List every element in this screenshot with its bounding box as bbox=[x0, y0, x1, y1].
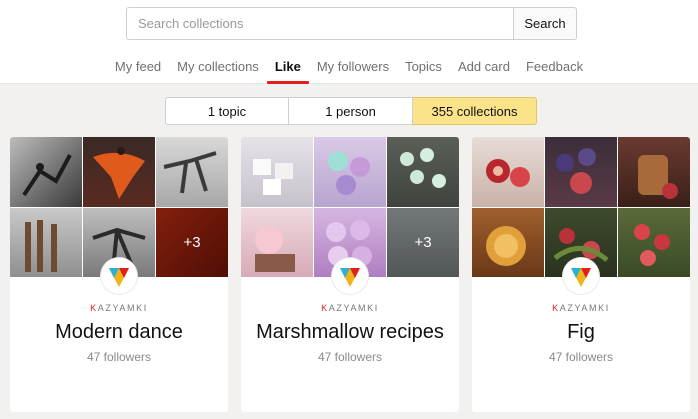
card-photo bbox=[618, 207, 690, 277]
tab-like[interactable]: Like bbox=[266, 57, 309, 84]
card-photo: +3 bbox=[387, 207, 459, 277]
card-photo bbox=[156, 137, 228, 207]
collection-card[interactable]: +3 KAZYAMKI Modern dance 47 followers bbox=[10, 137, 228, 412]
more-photos-count: +3 bbox=[156, 207, 228, 277]
tab-topics[interactable]: Topics bbox=[397, 57, 450, 84]
card-photo: +3 bbox=[156, 207, 228, 277]
collection-title[interactable]: Modern dance bbox=[10, 321, 228, 344]
card-photo bbox=[314, 137, 386, 207]
nav-tabs: My feed My collections Like My followers… bbox=[0, 57, 698, 84]
filter-people-button[interactable]: 1 person bbox=[289, 97, 413, 125]
card-photo bbox=[83, 137, 155, 207]
card-photo bbox=[472, 207, 544, 277]
followers-count: 47 followers bbox=[86, 350, 152, 364]
card-image-mosaic bbox=[472, 137, 690, 277]
card-photo bbox=[618, 137, 690, 207]
more-photos-count: +3 bbox=[387, 207, 459, 277]
card-photo bbox=[472, 137, 544, 207]
collection-title[interactable]: Marshmallow recipes bbox=[241, 321, 459, 344]
kazyamki-logo-icon bbox=[109, 268, 129, 287]
collection-card[interactable]: KAZYAMKI Fig 47 followers bbox=[472, 137, 690, 412]
card-photo bbox=[10, 207, 82, 277]
card-image-mosaic: +3 bbox=[10, 137, 228, 277]
filter-switch: 1 topic 1 person 355 collections bbox=[165, 97, 537, 125]
card-image-mosaic: +3 bbox=[241, 137, 459, 277]
tab-add-card[interactable]: Add card bbox=[450, 57, 518, 84]
followers-count: 47 followers bbox=[548, 350, 614, 364]
followers-count: 47 followers bbox=[317, 350, 383, 364]
kazyamki-logo-icon bbox=[340, 268, 360, 287]
tab-feedback[interactable]: Feedback bbox=[518, 57, 591, 84]
collection-cards: +3 KAZYAMKI Modern dance 47 followers +3… bbox=[10, 137, 690, 412]
author-name[interactable]: KAZYAMKI bbox=[241, 303, 459, 313]
card-photo bbox=[241, 137, 313, 207]
tab-my-feed[interactable]: My feed bbox=[107, 57, 169, 84]
kazyamki-logo-icon bbox=[571, 268, 591, 287]
search-bar: Search bbox=[126, 7, 577, 40]
collection-title[interactable]: Fig bbox=[472, 321, 690, 344]
author-avatar[interactable] bbox=[563, 258, 599, 294]
author-name[interactable]: KAZYAMKI bbox=[10, 303, 228, 313]
search-button[interactable]: Search bbox=[513, 7, 577, 40]
author-avatar[interactable] bbox=[101, 258, 137, 294]
top-bar: Search My feed My collections Like My fo… bbox=[0, 0, 698, 84]
search-input[interactable] bbox=[126, 7, 513, 40]
filter-topics-button[interactable]: 1 topic bbox=[165, 97, 289, 125]
card-photo bbox=[387, 137, 459, 207]
collection-card[interactable]: +3 KAZYAMKI Marshmallow recipes 47 follo… bbox=[241, 137, 459, 412]
card-photo bbox=[545, 137, 617, 207]
author-name[interactable]: KAZYAMKI bbox=[472, 303, 690, 313]
card-photo bbox=[10, 137, 82, 207]
card-photo bbox=[241, 207, 313, 277]
tab-my-collections[interactable]: My collections bbox=[169, 57, 267, 84]
tab-my-followers[interactable]: My followers bbox=[309, 57, 397, 84]
filter-collections-button[interactable]: 355 collections bbox=[413, 97, 537, 125]
author-avatar[interactable] bbox=[332, 258, 368, 294]
